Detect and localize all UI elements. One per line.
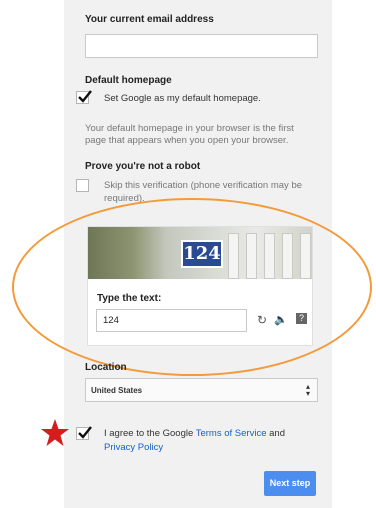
privacy-policy-link[interactable]: Privacy Policy [104, 442, 163, 454]
location-label: Location [85, 362, 127, 373]
email-label: Your current email address [85, 14, 214, 25]
email-input[interactable] [85, 34, 318, 58]
star-icon [41, 419, 69, 446]
terms-line1: I agree to the Google Terms of Service a… [104, 428, 285, 440]
homepage-checkbox-label: Set Google as my default homepage. [104, 93, 261, 104]
terms-of-service-link[interactable]: Terms of Service [196, 428, 267, 439]
checkmark-icon [78, 90, 92, 103]
terms-and: and [269, 428, 285, 439]
homepage-help-line1: Your default homepage in your browser is… [85, 123, 294, 134]
homepage-label: Default homepage [85, 75, 172, 86]
terms-prefix: I agree to the Google [104, 428, 194, 439]
robot-label: Prove you're not a robot [85, 161, 201, 172]
homepage-checkbox[interactable] [76, 90, 92, 104]
homepage-help-line2: page that appears when you open your bro… [85, 135, 289, 146]
location-select[interactable]: United States ▴ ▾ [85, 378, 318, 402]
terms-checkbox[interactable] [76, 426, 92, 440]
select-arrows-icon: ▴ ▾ [306, 382, 311, 398]
skip-verification-checkbox[interactable] [76, 179, 89, 192]
skip-verification-line1: Skip this verification (phone verificati… [104, 180, 303, 191]
location-selected: United States [91, 386, 143, 395]
highlight-ellipse [12, 198, 372, 376]
next-step-button[interactable]: Next step [264, 471, 316, 496]
checkmark-icon [78, 426, 92, 439]
